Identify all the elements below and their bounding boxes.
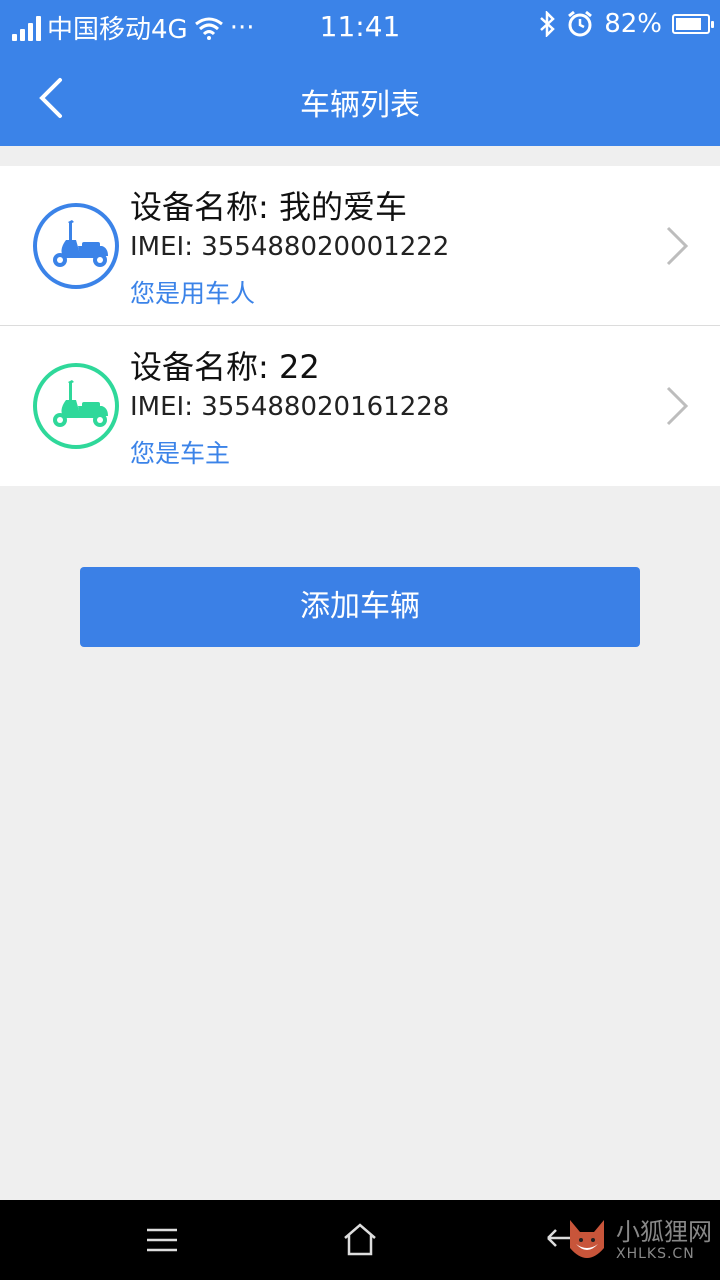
chevron-right-icon [666, 386, 689, 426]
user-role: 您是用车人 [130, 279, 256, 308]
watermark-domain: XHLKS.CN [616, 1246, 695, 1262]
user-role: 您是车主 [130, 439, 231, 468]
nav-bar: 车辆列表 [0, 52, 720, 146]
list-item[interactable]: 设备名称: 我的爱车 IMEI: 355488020001222 您是用车人 [0, 166, 720, 326]
device-imei: IMEI: 355488020001222 [130, 232, 450, 262]
bluetooth-icon [540, 11, 556, 37]
battery-fill [676, 18, 701, 30]
device-name: 设备名称: 我的爱车 [130, 188, 407, 226]
alarm-icon [568, 10, 593, 37]
watermark: 小狐狸网 XHLKS.CN [564, 1208, 712, 1272]
watermark-text: 小狐狸网 [616, 1218, 712, 1246]
battery-icon [672, 14, 714, 34]
fox-logo-icon [570, 1220, 604, 1258]
app-header: 中国移动4G ··· 11:41 82% 车辆列表 [0, 0, 720, 146]
status-bar: 中国移动4G ··· 11:41 82% [0, 0, 720, 52]
home-icon[interactable] [340, 1220, 380, 1260]
menu-icon[interactable] [142, 1220, 182, 1260]
page-title: 车辆列表 [300, 88, 420, 123]
scooter-icon [33, 363, 119, 449]
vehicle-list: 设备名称: 我的爱车 IMEI: 355488020001222 您是用车人 设… [0, 166, 720, 486]
scooter-icon [33, 203, 119, 289]
list-item[interactable]: 设备名称: 22 IMEI: 355488020161228 您是车主 [0, 326, 720, 486]
system-nav-bar: 小狐狸网 XHLKS.CN [0, 1200, 720, 1280]
chevron-right-icon [666, 226, 689, 266]
device-imei: IMEI: 355488020161228 [130, 392, 450, 422]
device-name: 设备名称: 22 [130, 348, 320, 386]
add-vehicle-button[interactable]: 添加车辆 [80, 567, 640, 647]
battery-percent: 82% [604, 9, 662, 39]
